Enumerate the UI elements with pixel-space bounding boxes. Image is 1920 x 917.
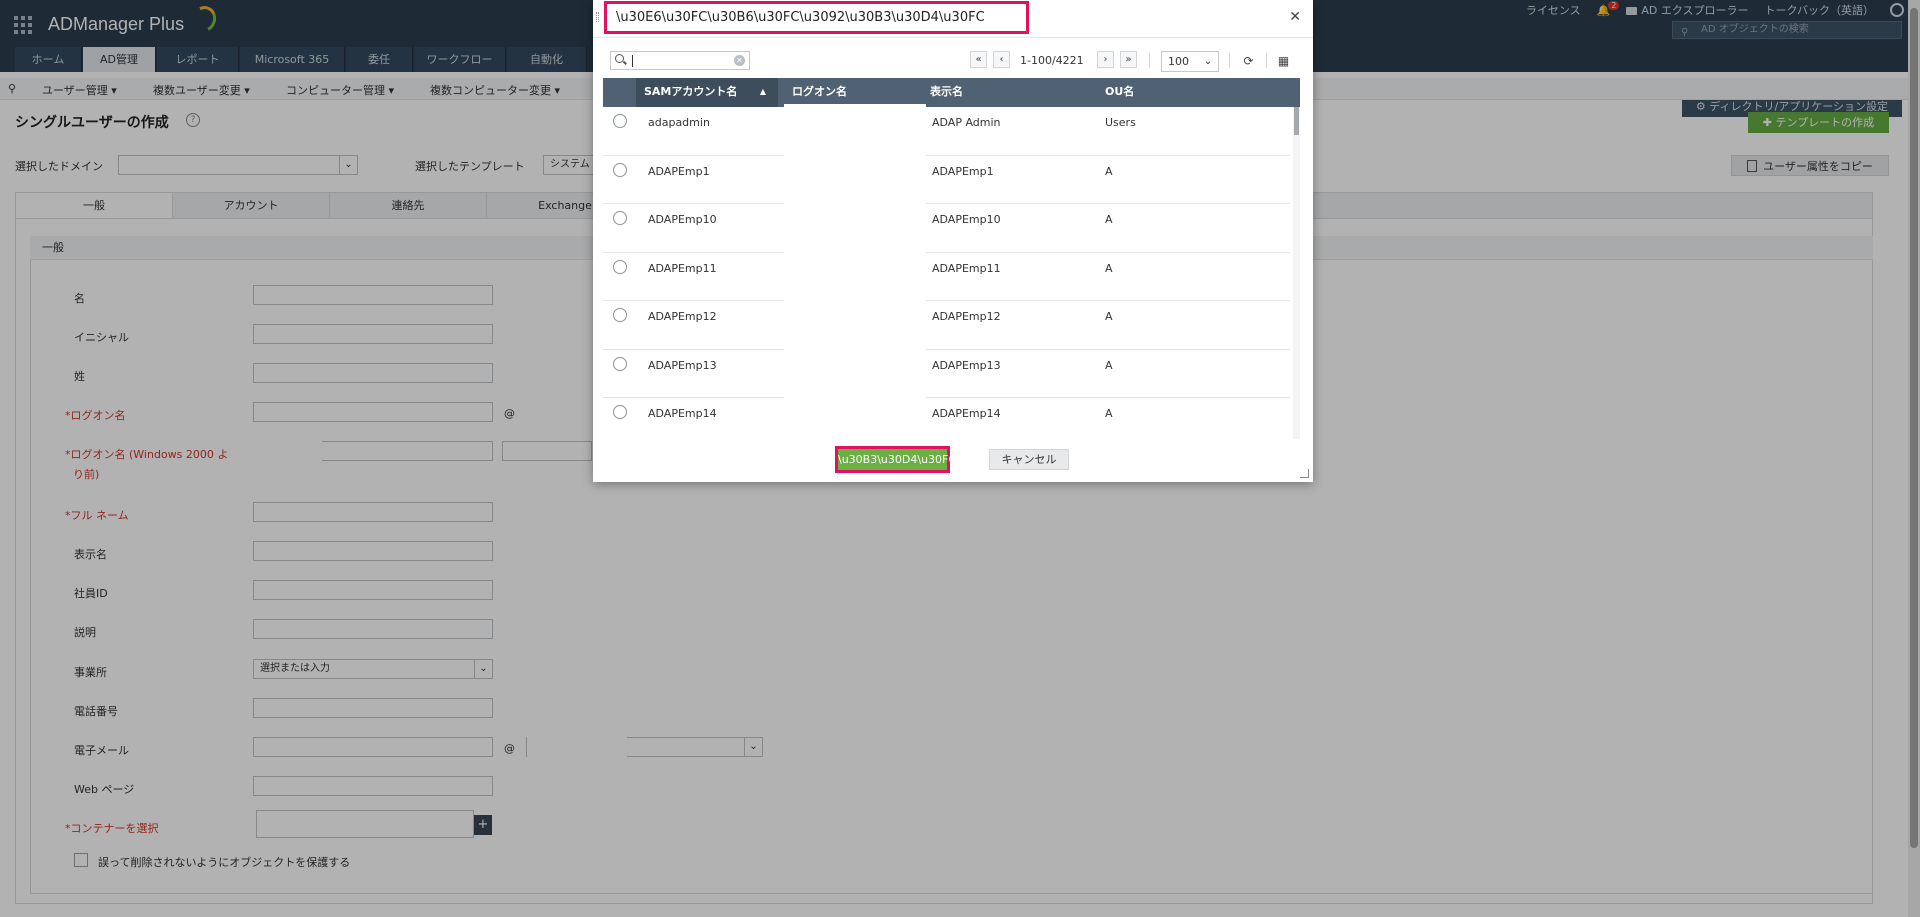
dialog-divider: [593, 37, 1313, 38]
copy-user-dialog: \u30E6\u30FC\u30B6\u30FC\u3092\u30B3\u30…: [593, 0, 1313, 482]
toolbar-divider: [1229, 53, 1230, 68]
ou-cell: A: [1105, 310, 1113, 323]
chevron-down-icon: ⌄: [1203, 56, 1213, 67]
text-cursor: [632, 55, 633, 67]
row-radio[interactable]: [613, 356, 627, 371]
dialog-title: \u30E6\u30FC\u30B6\u30FC\u3092\u30B3\u30…: [604, 1, 1029, 34]
row-radio[interactable]: [613, 308, 627, 322]
drag-handle-icon[interactable]: [596, 12, 599, 22]
row-radio[interactable]: [613, 211, 627, 225]
table-scrollbar[interactable]: [1293, 107, 1300, 439]
display-cell: ADAPEmp1: [932, 164, 994, 178]
page-size-select[interactable]: 100 ⌄: [1161, 51, 1219, 72]
sam-cell: ADAPEmp10: [648, 213, 717, 226]
row-radio[interactable]: [613, 114, 627, 128]
logon-name-column: [784, 107, 926, 439]
toolbar-divider: [1149, 53, 1150, 68]
display-cell: ADAP Admin: [932, 116, 1001, 129]
display-cell: ADAPEmp10: [932, 213, 1001, 226]
ou-cell: A: [1105, 213, 1113, 226]
close-icon[interactable]: ✕: [1289, 9, 1301, 25]
ou-cell: Users: [1105, 116, 1136, 129]
table-row[interactable]: ADAPEmp14 ADAPEmp14 A: [603, 398, 1290, 439]
sam-cell: ADAPEmp13: [648, 358, 717, 372]
ou-cell: A: [1105, 164, 1113, 178]
table-row[interactable]: ADAPEmp11 ADAPEmp11 A: [603, 253, 1290, 301]
last-page-button[interactable]: »: [1120, 51, 1137, 68]
row-radio[interactable]: [613, 162, 627, 177]
next-page-button[interactable]: ›: [1097, 51, 1114, 68]
sam-cell: ADAPEmp12: [648, 310, 717, 323]
sort-ascending-icon: ▲: [759, 87, 766, 96]
table-row[interactable]: ADAPEmp13 ADAPEmp13 A: [603, 350, 1290, 398]
users-table-body: adapadmin ADAP Admin Users ADAPEmp1 ADAP…: [603, 107, 1300, 439]
row-radio[interactable]: [613, 405, 627, 419]
search-icon: [615, 54, 624, 63]
table-row[interactable]: ADAPEmp1 ADAPEmp1 A: [603, 156, 1290, 204]
display-cell: ADAPEmp14: [932, 407, 1001, 420]
sam-cell: adapadmin: [648, 116, 710, 129]
ou-cell: A: [1105, 358, 1113, 372]
table-row[interactable]: ADAPEmp10 ADAPEmp10 A: [603, 204, 1290, 253]
pagination-range: 1-100/4221: [1020, 54, 1084, 67]
table-row[interactable]: adapadmin ADAP Admin Users: [603, 107, 1290, 156]
cancel-button[interactable]: キャンセル: [989, 449, 1069, 470]
column-ou-name[interactable]: OU名: [1097, 78, 1247, 107]
resize-handle-icon[interactable]: [1300, 469, 1309, 478]
first-page-button[interactable]: «: [970, 51, 987, 68]
sam-cell: ADAPEmp14: [648, 407, 717, 420]
column-display-name[interactable]: 表示名: [922, 78, 1062, 107]
table-scrollbar-thumb[interactable]: [1294, 107, 1299, 135]
sam-cell: ADAPEmp1: [648, 164, 710, 178]
column-chooser-icon[interactable]: ▦: [1273, 51, 1294, 71]
sam-cell: ADAPEmp11: [648, 261, 717, 275]
user-search-input[interactable]: ✕: [610, 51, 750, 70]
table-row[interactable]: ADAPEmp12 ADAPEmp12 A: [603, 301, 1290, 350]
column-logon-name[interactable]: ログオン名: [784, 78, 926, 107]
row-radio[interactable]: [613, 259, 627, 274]
display-cell: ADAPEmp11: [932, 261, 1001, 275]
display-cell: ADAPEmp13: [932, 358, 1001, 372]
column-sam-account-name[interactable]: SAMアカウント名 ▲: [636, 78, 778, 107]
display-cell: ADAPEmp12: [932, 310, 1001, 323]
ou-cell: A: [1105, 407, 1113, 420]
ou-cell: A: [1105, 261, 1113, 275]
clear-icon[interactable]: ✕: [734, 55, 745, 66]
prev-page-button[interactable]: ‹: [993, 51, 1010, 68]
refresh-icon[interactable]: ⟳: [1238, 51, 1259, 71]
copy-button[interactable]: \u30B3\u30D4\u30FC: [835, 446, 956, 473]
toolbar-divider: [1266, 53, 1267, 68]
users-table-header: SAMアカウント名 ▲ ログオン名 表示名 OU名: [603, 78, 1300, 107]
